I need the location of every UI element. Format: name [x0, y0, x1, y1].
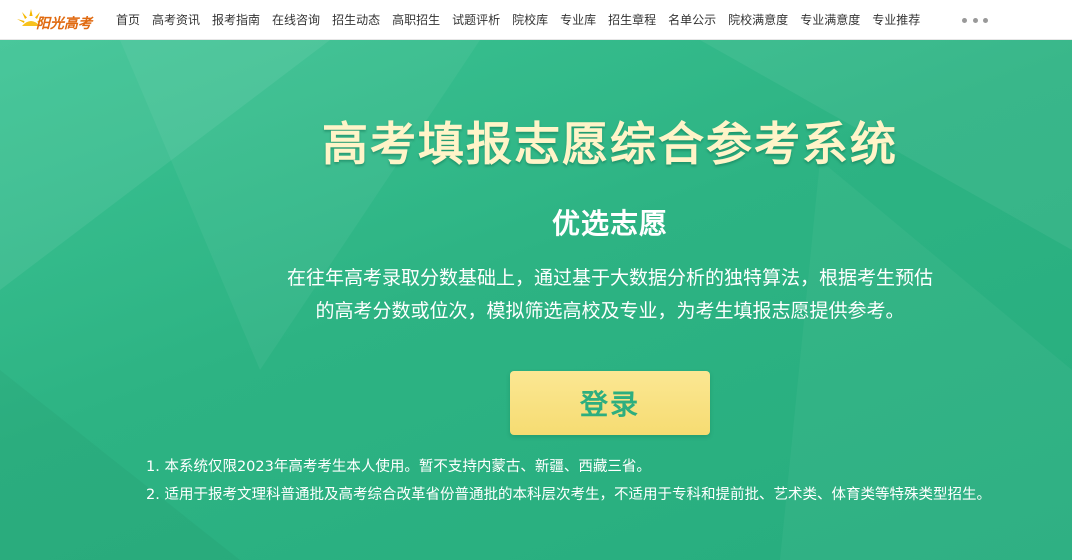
system-description: 在往年高考录取分数基础上，通过基于大数据分析的独特算法，根据考生预估 的高考分数…: [260, 262, 960, 328]
section-subtitle: 优选志愿: [551, 207, 668, 240]
nav-item-exam-review[interactable]: 试题评析: [446, 0, 506, 40]
nav-item-vocational[interactable]: 高职招生: [386, 0, 446, 40]
note-item: 1. 本系统仅限2023年高考考生本人使用。暂不支持内蒙古、新疆、西藏三省。: [146, 459, 651, 475]
nav-item-consult[interactable]: 在线咨询: [266, 0, 326, 40]
nav-item-public-list[interactable]: 名单公示: [662, 0, 722, 40]
description-line: 的高考分数或位次，模拟筛选高校及专业，为考生填报志愿提供参考。: [315, 300, 905, 322]
nav-item-major-recommend[interactable]: 专业推荐: [866, 0, 926, 40]
login-button[interactable]: 登录: [510, 371, 710, 435]
top-navigation-bar: 阳光高考 首页 高考资讯 报考指南 在线咨询 招生动态 高职招生 试题评析 院校…: [0, 0, 1072, 40]
more-dots-icon[interactable]: [962, 13, 988, 27]
nav-item-college-satisfaction[interactable]: 院校满意度: [722, 0, 794, 40]
main-nav: 首页 高考资讯 报考指南 在线咨询 招生动态 高职招生 试题评析 院校库 专业库…: [110, 0, 926, 40]
note-item: 2. 适用于报考文理科普通批及高考综合改革省份普通批的本科层次考生，不适用于专科…: [146, 487, 991, 503]
nav-item-regulations[interactable]: 招生章程: [602, 0, 662, 40]
nav-item-home[interactable]: 首页: [110, 0, 146, 40]
dot: [983, 17, 988, 23]
dot: [962, 17, 967, 23]
nav-item-major-library[interactable]: 专业库: [554, 0, 602, 40]
nav-item-major-satisfaction[interactable]: 专业满意度: [794, 0, 866, 40]
hero-banner: 高考填报志愿综合参考系统 优选志愿 在往年高考录取分数基础上，通过基于大数据分析…: [0, 40, 1072, 560]
logo-text: 阳光高考: [36, 16, 92, 32]
dot: [972, 17, 978, 23]
page-title: 高考填报志愿综合参考系统: [322, 117, 898, 171]
nav-item-guide[interactable]: 报考指南: [206, 0, 266, 40]
nav-item-admission-news[interactable]: 招生动态: [326, 0, 386, 40]
nav-item-news[interactable]: 高考资讯: [146, 0, 206, 40]
usage-notes: 1. 本系统仅限2023年高考考生本人使用。暂不支持内蒙古、新疆、西藏三省。 2…: [146, 453, 1072, 509]
nav-item-college-library[interactable]: 院校库: [506, 0, 554, 40]
description-line: 在往年高考录取分数基础上，通过基于大数据分析的独特算法，根据考生预估: [286, 267, 933, 289]
site-logo[interactable]: 阳光高考: [14, 5, 94, 35]
